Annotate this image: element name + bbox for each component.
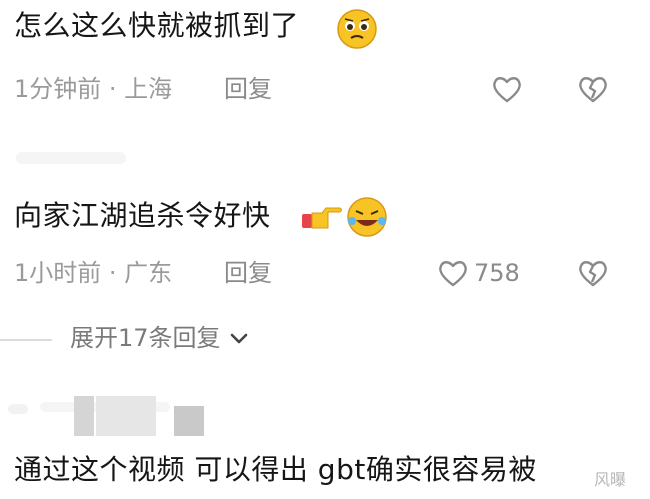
obscured-username (16, 152, 126, 164)
comment-text-3: 通过这个视频 可以得出 gbt确实很容易被 (14, 453, 537, 486)
comment-meta-1: 1分钟前 · 上海 (14, 75, 173, 103)
reply-button-1[interactable]: 回复 (224, 74, 272, 104)
mosaic-block (96, 396, 156, 436)
comment-text-1: 怎么这么快就被抓到了 (14, 9, 300, 42)
comment-text-2: 向家江湖追杀令好快 (14, 199, 271, 232)
like-heart-icon[interactable] (436, 256, 470, 290)
mosaic-block (174, 406, 204, 436)
dislike-broken-heart-icon[interactable] (576, 72, 610, 106)
pleading-face-icon (337, 9, 377, 49)
reply-button-2[interactable]: 回复 (224, 258, 272, 288)
obscured-avatar (8, 404, 28, 414)
dislike-broken-heart-icon[interactable] (576, 256, 610, 290)
expand-replies-button[interactable]: 展开17条回复 (70, 323, 250, 353)
comment-meta-2: 1小时前 · 广东 (14, 259, 173, 287)
chevron-down-icon (230, 333, 248, 344)
pointing-hand-icon (302, 207, 342, 229)
like-count: 758 (474, 259, 520, 287)
divider-line (0, 339, 52, 341)
like-heart-icon[interactable] (490, 72, 524, 106)
laughing-face-icon (347, 197, 387, 237)
mosaic-block (74, 396, 94, 436)
expand-replies-label: 展开17条回复 (70, 324, 221, 352)
watermark-text: 风曝 (594, 470, 627, 489)
